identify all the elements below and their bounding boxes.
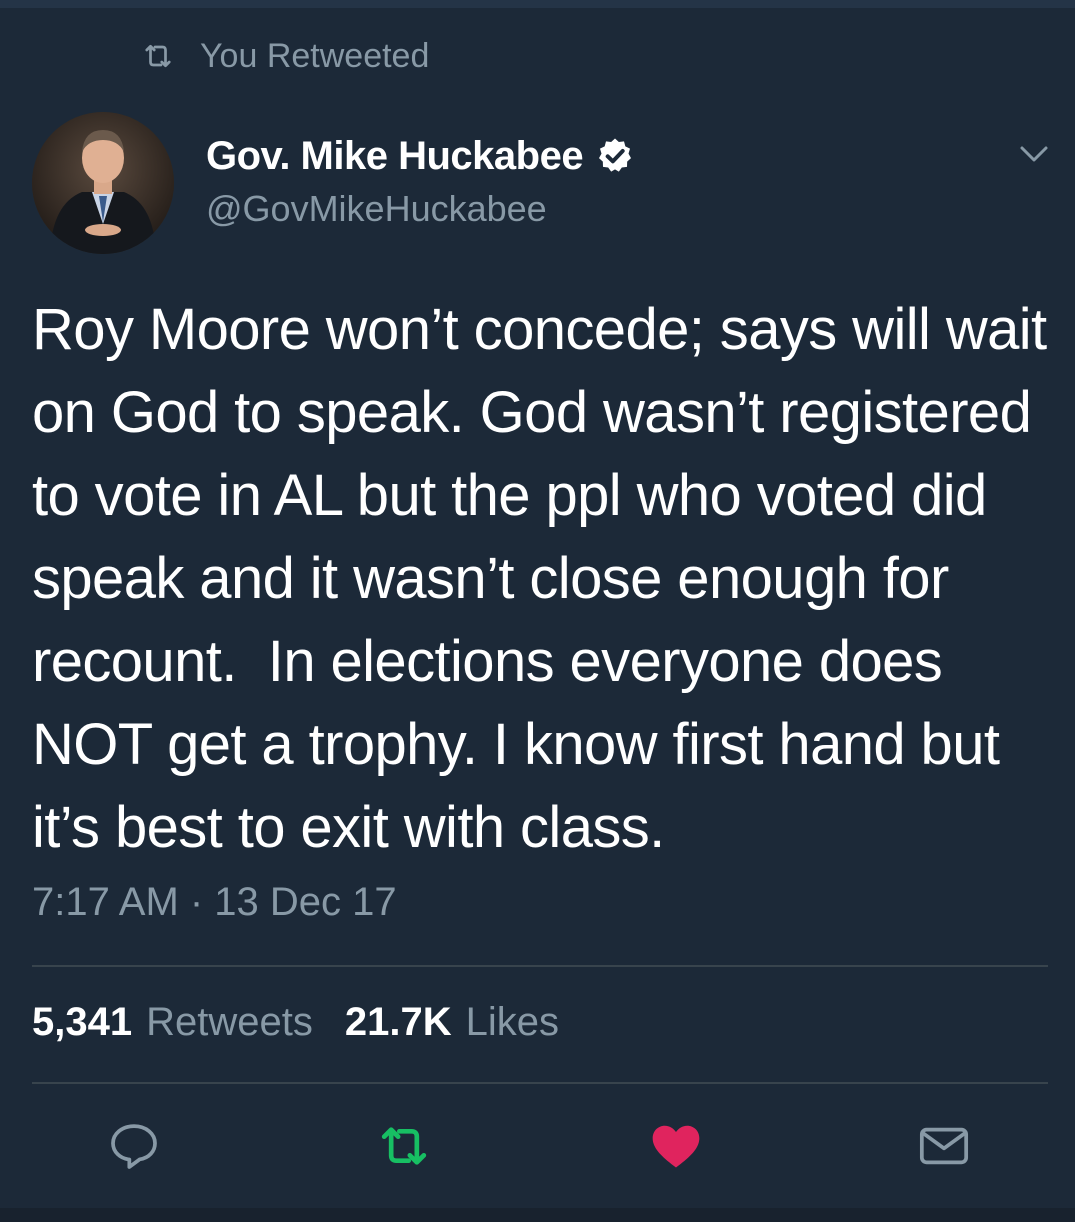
retweet-icon [145,44,171,68]
reply-icon[interactable] [106,1118,162,1174]
likes-count: 21.7K [344,1000,452,1044]
bottom-edge [0,1208,1075,1222]
retweets-stat[interactable]: 5,341 Retweets [32,1000,313,1045]
retweet-context[interactable]: You Retweeted [140,34,429,78]
handle[interactable]: @GovMikeHuckabee [206,188,635,230]
likes-label: Likes [465,1000,559,1044]
mail-icon[interactable] [916,1118,972,1174]
likes-stat[interactable]: 21.7K Likes [345,1000,559,1045]
chevron-down-icon[interactable] [1016,136,1052,172]
divider [32,1082,1048,1084]
avatar[interactable] [32,112,174,254]
tweet-text: Roy Moore won’t concede; says will wait … [32,297,1063,860]
top-strip [0,0,1075,8]
retweet-icon[interactable] [376,1118,432,1174]
display-name[interactable]: Gov. Mike Huckabee [206,134,584,179]
retweets-count: 5,341 [32,1000,133,1044]
author-block: Gov. Mike Huckabee @GovMikeHuckabee [206,132,635,230]
verified-badge-icon [599,138,632,172]
tweet-stats: 5,341 Retweets 21.7K Likes [32,1000,591,1045]
retweets-label: Retweets [146,1000,313,1044]
heart-icon[interactable] [648,1118,704,1174]
tweet-timestamp[interactable]: 7:17 AM · 13 Dec 17 [32,880,397,925]
retweet-context-label: You Retweeted [200,36,430,75]
divider [32,965,1048,967]
